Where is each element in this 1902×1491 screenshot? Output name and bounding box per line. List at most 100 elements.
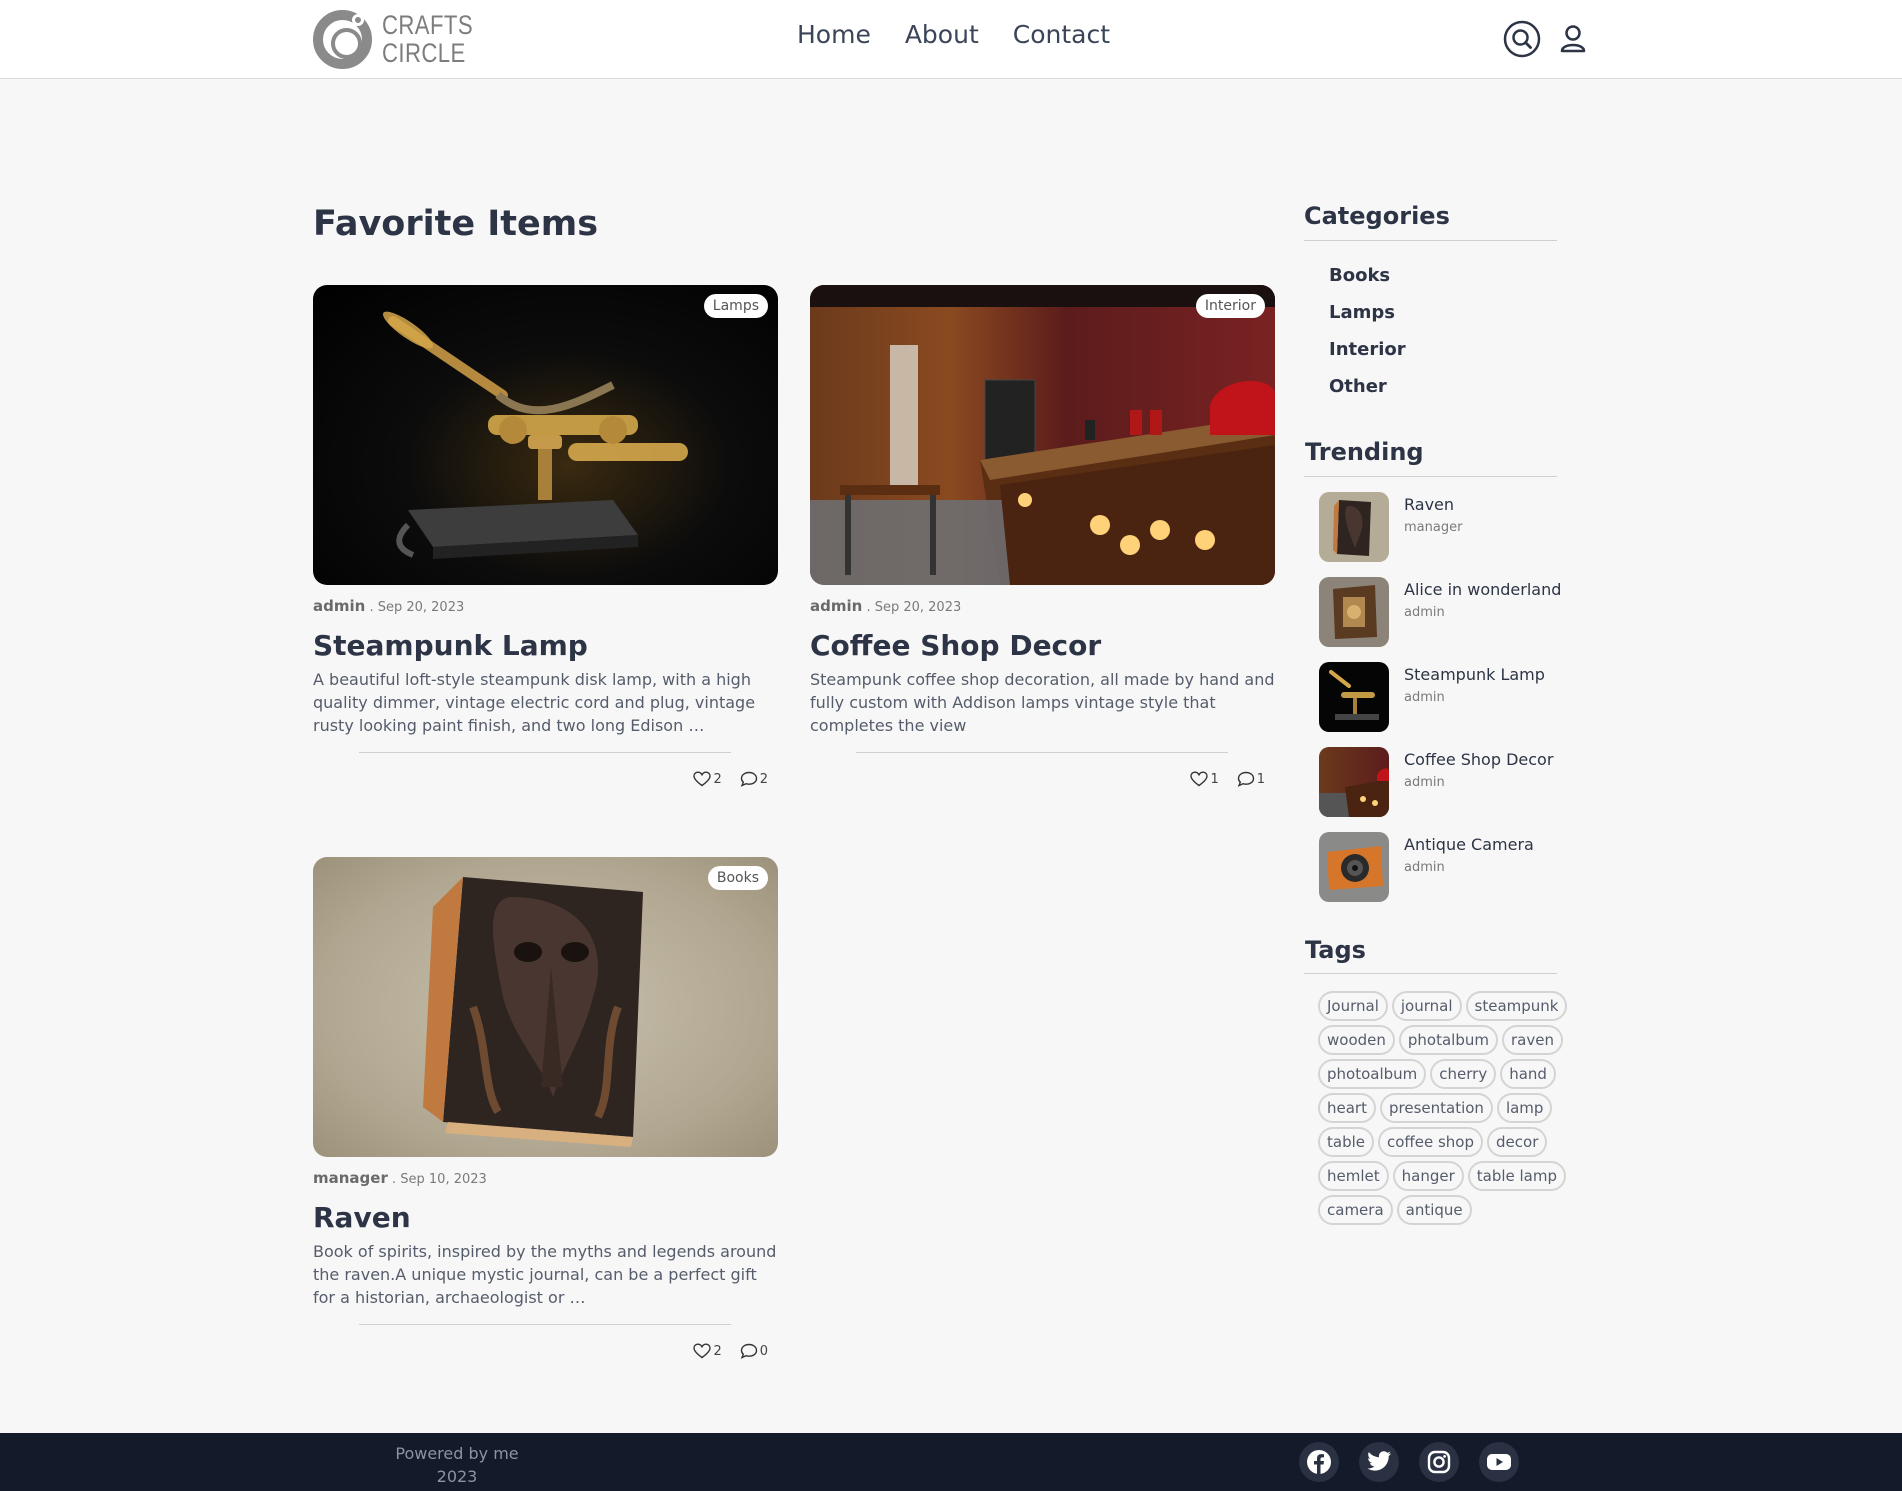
category-link[interactable]: Lamps (1329, 301, 1406, 338)
user-icon[interactable] (1554, 20, 1592, 58)
trending-author: manager (1404, 520, 1463, 535)
divider (359, 752, 731, 753)
trending-title[interactable]: Coffee Shop Decor (1404, 750, 1553, 769)
divider (359, 1324, 731, 1325)
nav-home[interactable]: Home (797, 20, 871, 49)
like-button[interactable]: 2 (693, 771, 722, 787)
trending-thumbnail[interactable] (1319, 747, 1389, 817)
post-stats: 1 1 (810, 771, 1275, 787)
post-image[interactable]: Lamps (313, 285, 778, 585)
post-card[interactable]: Interior admin . Sep 20, 2023 Coffee Sho… (810, 285, 1275, 787)
trending-thumbnail[interactable] (1319, 492, 1389, 562)
comment-icon (740, 771, 757, 787)
comment-count: 1 (1256, 771, 1265, 787)
trending-heading: Trending (1305, 438, 1424, 466)
like-count: 2 (713, 771, 722, 787)
divider (856, 752, 1228, 753)
post-title[interactable]: Coffee Shop Decor (810, 629, 1275, 662)
nav-about[interactable]: About (905, 20, 979, 49)
heart-icon (693, 771, 712, 787)
nav-contact[interactable]: Contact (1013, 20, 1110, 49)
tag-pill[interactable]: cherry (1430, 1059, 1497, 1089)
category-badge[interactable]: Interior (1195, 294, 1265, 318)
trending-title[interactable]: Steampunk Lamp (1404, 665, 1545, 684)
search-icon[interactable] (1503, 20, 1541, 58)
instagram-icon[interactable] (1419, 1442, 1459, 1482)
footer-credit: Powered by me 2023 (378, 1442, 536, 1488)
category-badge[interactable]: Books (707, 866, 768, 890)
site-logo[interactable]: CRAFTS CIRCLE (313, 8, 473, 70)
post-author[interactable]: admin (313, 597, 365, 615)
tag-pill[interactable]: presentation (1379, 1093, 1493, 1123)
post-image[interactable]: Books (313, 857, 778, 1157)
logo-text-line1: CRAFTS (382, 10, 474, 40)
category-list: Books Lamps Interior Other (1329, 264, 1406, 412)
post-title[interactable]: Steampunk Lamp (313, 629, 778, 662)
trending-thumbnail[interactable] (1319, 577, 1389, 647)
tag-pill[interactable]: hand (1500, 1059, 1556, 1089)
tag-pill[interactable]: hemlet (1318, 1161, 1389, 1191)
post-title[interactable]: Raven (313, 1201, 778, 1234)
twitter-icon[interactable] (1359, 1442, 1399, 1482)
tag-pill[interactable]: Journal (1318, 991, 1388, 1021)
post-card[interactable]: Books manager . Sep 10, 2023 Raven Book … (313, 857, 778, 1359)
like-button[interactable]: 1 (1190, 771, 1219, 787)
category-link[interactable]: Other (1329, 375, 1406, 412)
trending-title[interactable]: Antique Camera (1404, 835, 1534, 854)
logo-text-line2: CIRCLE (382, 38, 466, 68)
post-excerpt: Steampunk coffee shop decoration, all ma… (810, 670, 1275, 735)
trending-item[interactable]: Steampunk Lamp admin (1319, 662, 1579, 732)
post-author[interactable]: admin (810, 597, 862, 615)
main-nav: Home About Contact (797, 20, 1110, 49)
trending-item[interactable]: Coffee Shop Decor admin (1319, 747, 1579, 817)
tag-pill[interactable]: hanger (1392, 1161, 1464, 1191)
footer-powered-by: Powered by me (395, 1444, 519, 1463)
facebook-icon[interactable] (1299, 1442, 1339, 1482)
post-excerpt: Book of spirits, inspired by the myths a… (313, 1242, 777, 1307)
post-stats: 2 2 (313, 771, 778, 787)
trending-thumbnail[interactable] (1319, 662, 1389, 732)
trending-title[interactable]: Alice in wonderland (1404, 580, 1561, 599)
trending-thumbnail[interactable] (1319, 832, 1389, 902)
like-button[interactable]: 2 (693, 1343, 722, 1359)
tag-pill[interactable]: coffee shop (1378, 1127, 1484, 1157)
trending-item[interactable]: Alice in wonderland admin (1319, 577, 1579, 647)
youtube-icon[interactable] (1479, 1442, 1519, 1482)
comment-count: 0 (759, 1343, 768, 1359)
post-author[interactable]: manager (313, 1169, 388, 1187)
comment-button[interactable]: 1 (1237, 771, 1265, 787)
trending-title[interactable]: Raven (1404, 495, 1454, 514)
post-meta: admin . Sep 20, 2023 (810, 597, 1275, 615)
comment-count: 2 (759, 771, 768, 787)
post-date: . Sep 10, 2023 (392, 1172, 487, 1187)
tag-pill[interactable]: decor (1487, 1127, 1548, 1157)
footer-year: 2023 (436, 1467, 478, 1486)
trending-item[interactable]: Raven manager (1319, 492, 1579, 562)
tag-pill[interactable]: wooden (1318, 1025, 1395, 1055)
tag-pill[interactable]: photoalbum (1318, 1059, 1427, 1089)
tag-pill[interactable]: lamp (1496, 1093, 1553, 1123)
tag-pill[interactable]: antique (1396, 1195, 1472, 1225)
tag-pill[interactable]: heart (1318, 1093, 1376, 1123)
post-image[interactable]: Interior (810, 285, 1275, 585)
post-date: . Sep 20, 2023 (866, 600, 962, 615)
post-card[interactable]: Lamps admin . Sep 20, 2023 Steampunk Lam… (313, 285, 778, 787)
category-link[interactable]: Interior (1329, 338, 1406, 375)
tag-pill[interactable]: journal (1391, 991, 1462, 1021)
tag-pill[interactable]: table lamp (1467, 1161, 1567, 1191)
comment-button[interactable]: 2 (740, 771, 768, 787)
trending-author: admin (1404, 690, 1445, 705)
category-link[interactable]: Books (1329, 264, 1406, 301)
tag-pill[interactable]: raven (1501, 1025, 1563, 1055)
tag-pill[interactable]: steampunk (1465, 991, 1568, 1021)
comment-icon (740, 1343, 757, 1359)
category-badge[interactable]: Lamps (703, 294, 768, 318)
trending-item[interactable]: Antique Camera admin (1319, 832, 1579, 902)
tag-pill[interactable]: photalbum (1398, 1025, 1498, 1055)
site-header: CRAFTS CIRCLE Home About Contact (0, 0, 1902, 79)
tag-pill[interactable]: table (1318, 1127, 1374, 1157)
comment-icon (1237, 771, 1254, 787)
tag-pill[interactable]: camera (1318, 1195, 1393, 1225)
post-excerpt: A beautiful loft-style steampunk disk la… (313, 670, 756, 735)
comment-button[interactable]: 0 (740, 1343, 768, 1359)
